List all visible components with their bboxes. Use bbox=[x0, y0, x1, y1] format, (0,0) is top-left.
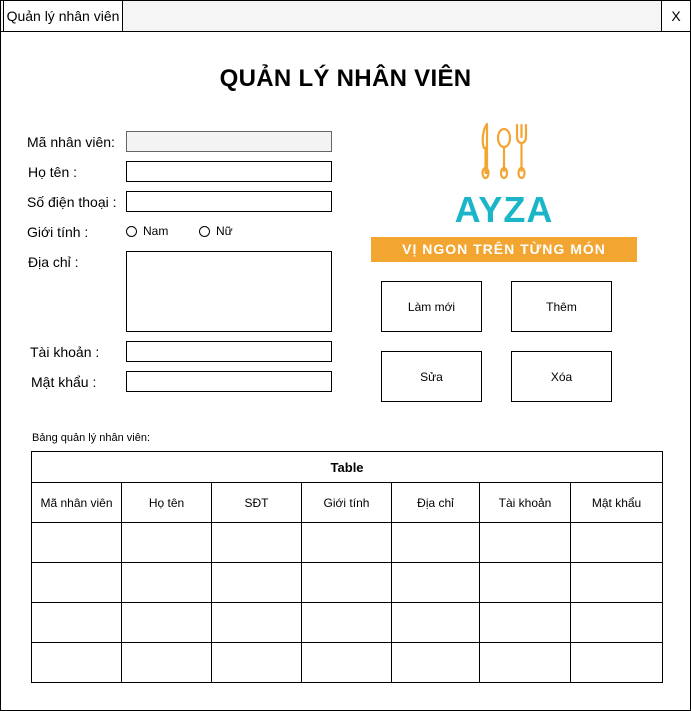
table-cell[interactable] bbox=[301, 602, 392, 643]
table-cell[interactable] bbox=[31, 602, 122, 643]
table-cell[interactable] bbox=[569, 522, 664, 563]
table-caption: Bảng quản lý nhân viên: bbox=[32, 432, 151, 444]
table-cell[interactable] bbox=[301, 562, 392, 603]
table-cell[interactable] bbox=[121, 642, 212, 683]
delete-button[interactable]: Xóa bbox=[511, 351, 612, 402]
table-cell[interactable] bbox=[569, 602, 664, 643]
table-cell[interactable] bbox=[121, 522, 212, 563]
page-title: QUẢN LÝ NHÂN VIÊN bbox=[219, 65, 472, 92]
table-body bbox=[31, 522, 664, 683]
table-cell[interactable] bbox=[301, 522, 392, 563]
table-row[interactable] bbox=[31, 522, 664, 563]
table-cell[interactable] bbox=[479, 522, 571, 563]
table-cell[interactable] bbox=[569, 562, 664, 603]
name-field[interactable] bbox=[126, 161, 332, 182]
column-header-account[interactable]: Tài khoản bbox=[479, 482, 571, 523]
table-cell[interactable] bbox=[391, 562, 480, 603]
table-cell[interactable] bbox=[121, 562, 212, 603]
table-cell[interactable] bbox=[479, 642, 571, 683]
gender-female-label: Nữ bbox=[216, 224, 233, 238]
password-label: Mật khẩu : bbox=[31, 374, 97, 390]
title-bar: Quản lý nhân viên X bbox=[1, 1, 690, 32]
account-label: Tài khoản : bbox=[30, 344, 100, 360]
radio-circle-icon bbox=[199, 225, 210, 237]
column-header-phone[interactable]: SĐT bbox=[211, 482, 302, 523]
column-header-password[interactable]: Mật khẩu bbox=[569, 482, 664, 523]
table-cell[interactable] bbox=[211, 642, 302, 683]
column-header-employee-id[interactable]: Mã nhân viên bbox=[31, 482, 122, 523]
employee-id-label: Mã nhân viên: bbox=[27, 134, 115, 150]
table-cell[interactable] bbox=[31, 642, 122, 683]
column-header-gender[interactable]: Giới tính bbox=[301, 482, 392, 523]
gender-radio-female[interactable]: Nữ bbox=[199, 224, 233, 238]
phone-label: Số điện thoại : bbox=[27, 194, 117, 210]
table-cell[interactable] bbox=[391, 642, 480, 683]
employee-table: Table Mã nhân viên Họ tên SĐT Giới tính … bbox=[30, 451, 664, 683]
column-header-name[interactable]: Họ tên bbox=[121, 482, 212, 523]
address-field[interactable] bbox=[126, 251, 332, 332]
table-cell[interactable] bbox=[31, 562, 122, 603]
add-button[interactable]: Thêm bbox=[511, 281, 612, 332]
table-cell[interactable] bbox=[211, 522, 302, 563]
column-header-address[interactable]: Địa chỉ bbox=[391, 482, 480, 523]
table-cell[interactable] bbox=[479, 602, 571, 643]
table-cell[interactable] bbox=[211, 562, 302, 603]
refresh-button[interactable]: Làm mới bbox=[381, 281, 482, 332]
table-row[interactable] bbox=[31, 602, 664, 643]
brand-logo-text: AYZA bbox=[454, 189, 554, 230]
table-cell[interactable] bbox=[479, 562, 571, 603]
table-row[interactable] bbox=[31, 562, 664, 603]
cutlery-icon bbox=[481, 122, 528, 180]
brand-slogan: VỊ NGON TRÊN TỪNG MÓN bbox=[371, 237, 637, 262]
gender-radio-male[interactable]: Nam bbox=[126, 224, 168, 238]
close-button[interactable]: X bbox=[661, 1, 690, 31]
employee-id-field[interactable] bbox=[126, 131, 332, 152]
window-tab-title[interactable]: Quản lý nhân viên bbox=[3, 1, 123, 32]
name-label: Họ tên : bbox=[28, 164, 78, 180]
account-field[interactable] bbox=[126, 341, 332, 362]
password-field[interactable] bbox=[126, 371, 332, 392]
app-window: Quản lý nhân viên X QUẢN LÝ NHÂN VIÊN Mã… bbox=[0, 0, 691, 711]
gender-label: Giới tính : bbox=[27, 224, 89, 240]
phone-field[interactable] bbox=[126, 191, 332, 212]
gender-male-label: Nam bbox=[143, 224, 169, 238]
table-cell[interactable] bbox=[31, 522, 122, 563]
table-title: Table bbox=[30, 451, 664, 483]
table-cell[interactable] bbox=[121, 602, 212, 643]
table-cell[interactable] bbox=[211, 602, 302, 643]
radio-circle-icon bbox=[126, 225, 137, 237]
table-cell[interactable] bbox=[391, 602, 480, 643]
address-label: Địa chỉ : bbox=[28, 254, 79, 270]
table-cell[interactable] bbox=[301, 642, 392, 683]
table-cell[interactable] bbox=[391, 522, 480, 563]
table-row[interactable] bbox=[31, 642, 664, 683]
table-cell[interactable] bbox=[569, 642, 664, 683]
edit-button[interactable]: Sửa bbox=[381, 351, 482, 402]
